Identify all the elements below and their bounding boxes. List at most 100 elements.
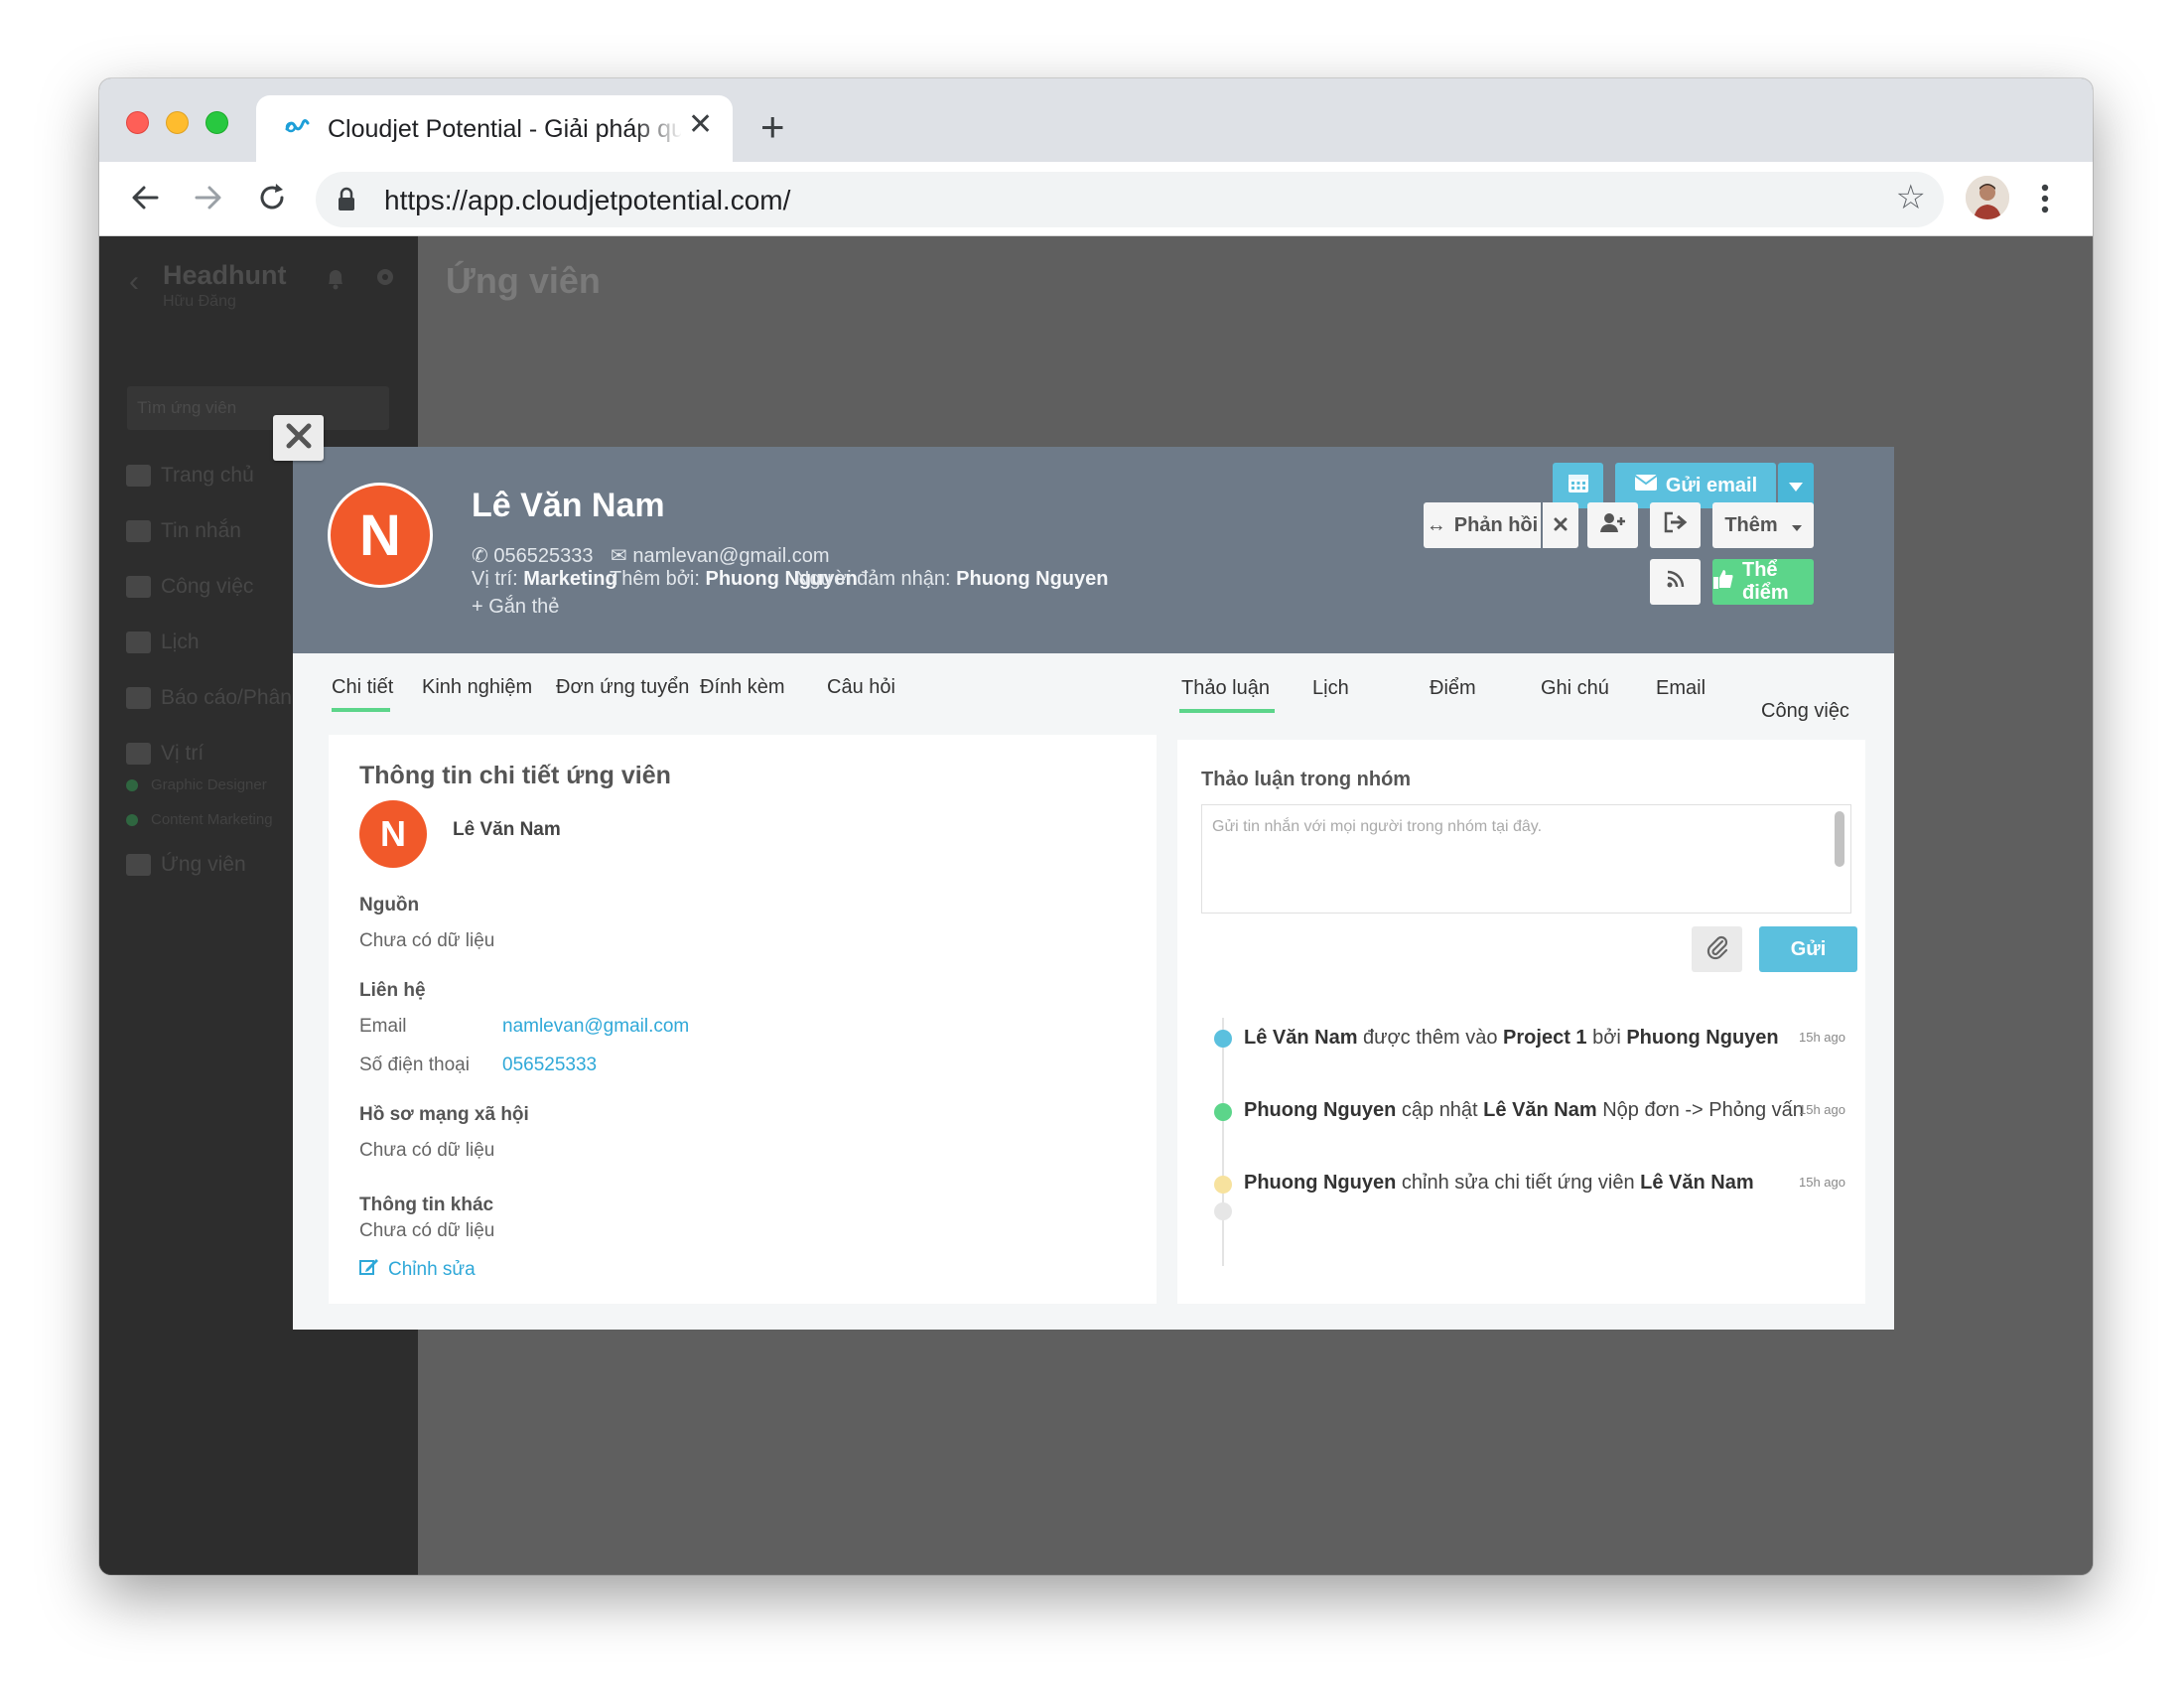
candidate-position: Vị trí: Marketing — [472, 568, 617, 590]
app-name: Headhunt — [163, 260, 287, 290]
candidate-avatar-small: N — [359, 800, 427, 868]
sidebar-item-positions[interactable]: Vị trí — [126, 739, 204, 769]
browser-menu-icon[interactable] — [2040, 182, 2050, 220]
user-plus-icon — [1599, 512, 1626, 538]
url-text: https://app.cloudjetpotential.com/ — [384, 185, 791, 215]
scrollbar[interactable] — [1835, 811, 1844, 867]
tab-notes[interactable]: Ghi chú — [1541, 677, 1609, 700]
candidate-search-input[interactable]: Tìm ứng viên — [127, 386, 389, 430]
forward-arrow-icon[interactable] — [191, 180, 226, 220]
candidate-avatar: N — [328, 483, 433, 588]
maximize-window-button[interactable] — [205, 111, 228, 134]
candidate-body: Chi tiết Kinh nghiệm Đơn ứng tuyển Đính … — [293, 653, 1894, 1330]
tab-title: Cloudjet Potential - Giải pháp quản — [328, 115, 681, 143]
edit-details-button[interactable]: Chỉnh sửa — [359, 1258, 476, 1282]
add-tag-button[interactable]: + Gắn thẻ — [472, 596, 559, 619]
tab-calendar[interactable]: Lịch — [1312, 677, 1349, 700]
feed-button[interactable] — [1650, 559, 1701, 605]
candidate-header: N Lê Văn Nam ✆ 056525333 ✉ namlevan@gmai… — [293, 447, 1894, 653]
position-item[interactable]: Graphic Designer — [126, 776, 267, 793]
tab-discussion[interactable]: Thảo luận — [1181, 677, 1270, 700]
other-info-value: Chưa có dữ liệu — [359, 1220, 495, 1241]
tab-experience[interactable]: Kinh nghiệm — [422, 676, 532, 699]
browser-toolbar: https://app.cloudjetpotential.com/ ☆ — [99, 162, 2093, 236]
candidate-name-small: Lê Văn Nam — [453, 819, 561, 840]
sidebar-item-home[interactable]: Trang chủ — [126, 461, 254, 491]
app-content: ‹ Headhunt Hữu Đăng Tìm ứng viên Trang c… — [99, 236, 2093, 1575]
tab-applications[interactable]: Đơn ứng tuyển — [556, 676, 689, 699]
mail-icon — [126, 520, 151, 542]
social-value: Chưa có dữ liệu — [359, 1140, 495, 1161]
close-window-button[interactable] — [126, 111, 149, 134]
position-item[interactable]: Content Marketing — [126, 811, 273, 828]
discussion-panel: Thảo luận trong nhóm Gửi tin nhắn với mọ… — [1177, 740, 1865, 1304]
rss-icon — [1666, 569, 1686, 595]
tab-strip: Cloudjet Potential - Giải pháp quản ✕ + — [99, 78, 2093, 162]
tab-questions[interactable]: Câu hỏi — [827, 676, 895, 699]
exchange-icon: ↔ — [1426, 513, 1446, 536]
bookmark-star-icon[interactable]: ☆ — [1896, 181, 1926, 214]
sidebar-item-messages[interactable]: Tin nhắn — [126, 516, 241, 546]
timeline-dot — [1214, 1176, 1232, 1194]
home-icon — [126, 465, 151, 487]
candidate-details-panel: Thông tin chi tiết ứng viên N Lê Văn Nam… — [329, 735, 1157, 1304]
gear-icon[interactable] — [374, 266, 396, 293]
tab-email[interactable]: Email — [1656, 677, 1706, 700]
sidebar-item-calendar[interactable]: Lịch — [126, 628, 200, 657]
profile-avatar[interactable] — [1966, 176, 2009, 219]
contact-label: Liên hệ — [359, 980, 426, 1001]
timeline-line — [1222, 1018, 1224, 1266]
reload-icon[interactable] — [254, 180, 290, 220]
candidate-name: Lê Văn Nam — [472, 487, 665, 524]
reply-button[interactable]: ↔ Phản hồi — [1424, 502, 1541, 548]
tab-close-icon[interactable]: ✕ — [688, 110, 713, 140]
address-bar[interactable]: https://app.cloudjetpotential.com/ ☆ — [316, 172, 1944, 227]
chart-icon — [126, 687, 151, 709]
candidate-email[interactable]: namlevan@gmail.com — [632, 545, 829, 567]
tab-details[interactable]: Chi tiết — [332, 676, 393, 699]
more-button[interactable]: Thêm — [1712, 502, 1814, 548]
caret-down-icon — [1791, 514, 1802, 537]
tab-attachments[interactable]: Đính kèm — [700, 676, 785, 699]
send-message-button[interactable]: Gửi — [1759, 926, 1857, 972]
thumbs-up-icon — [1712, 568, 1734, 596]
close-icon — [1554, 514, 1568, 537]
user-name: Hữu Đăng — [163, 293, 236, 310]
tab-tasks[interactable]: Công việc — [1761, 700, 1849, 723]
candidate-phone[interactable]: 056525333 — [493, 545, 593, 567]
check-icon — [126, 576, 151, 598]
back-arrow-icon[interactable] — [127, 180, 163, 220]
close-icon — [285, 422, 313, 455]
source-label: Nguồn — [359, 895, 420, 915]
minimize-window-button[interactable] — [166, 111, 189, 134]
back-chevron-icon[interactable]: ‹ — [129, 265, 139, 299]
sidebar-item-candidates[interactable]: Ứng viên — [126, 850, 246, 880]
attach-button[interactable] — [1692, 926, 1742, 972]
bell-icon[interactable] — [325, 266, 346, 295]
close-modal-button[interactable] — [273, 415, 324, 461]
edit-icon — [359, 1258, 379, 1282]
sidebar-item-tasks[interactable]: Công việc — [126, 572, 253, 602]
page-title: Ứng viên — [446, 260, 601, 301]
briefcase-icon — [126, 743, 151, 765]
social-label: Hồ sơ mạng xã hội — [359, 1104, 529, 1125]
paperclip-icon — [1706, 934, 1729, 965]
move-button[interactable] — [1650, 502, 1701, 548]
email-link[interactable]: namlevan@gmail.com — [502, 1016, 689, 1038]
candidate-contact: ✆ 056525333 ✉ namlevan@gmail.com — [472, 543, 829, 568]
assign-user-button[interactable] — [1587, 502, 1638, 548]
timeline-time: 15h ago — [1799, 1030, 1845, 1045]
lock-icon — [336, 187, 357, 217]
timeline-time: 15h ago — [1799, 1175, 1845, 1190]
rate-button[interactable]: Thể điểm — [1712, 559, 1814, 605]
phone-link[interactable]: 056525333 — [502, 1055, 597, 1076]
discussion-message-input[interactable]: Gửi tin nhắn với mọi người trong nhóm tạ… — [1201, 804, 1851, 914]
new-tab-icon[interactable]: + — [760, 106, 785, 148]
tab-score[interactable]: Điểm — [1430, 677, 1476, 700]
email-label: Email — [359, 1016, 407, 1037]
other-info-label: Thông tin khác — [359, 1195, 494, 1215]
browser-tab[interactable]: Cloudjet Potential - Giải pháp quản ✕ — [256, 95, 733, 162]
reject-button[interactable] — [1543, 502, 1578, 548]
active-tab-indicator — [1179, 709, 1275, 713]
discussion-title: Thảo luận trong nhóm — [1201, 769, 1412, 790]
